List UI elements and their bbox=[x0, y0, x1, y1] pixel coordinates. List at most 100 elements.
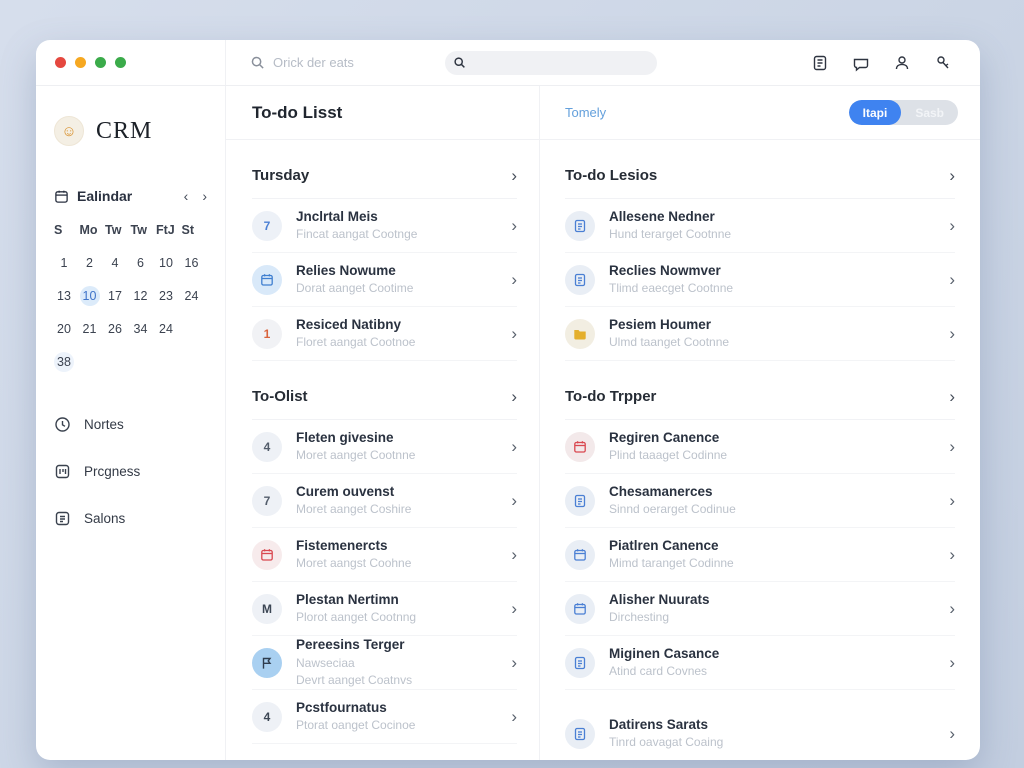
calendar-day-cell[interactable]: 23 bbox=[156, 286, 182, 306]
calendar-day-cell[interactable]: 16 bbox=[182, 253, 208, 273]
list-item[interactable]: ChesamanercesSinnd oerarget Codinue› bbox=[565, 474, 955, 528]
chevron-right-icon[interactable]: › bbox=[949, 654, 955, 671]
item-subtitle: Dorat aanget Cootime bbox=[296, 281, 497, 296]
item-title: Pereesins Terger bbox=[296, 637, 497, 654]
item-subtitle: Moret aanget Coshire bbox=[296, 502, 497, 517]
user-icon[interactable] bbox=[893, 54, 911, 72]
search-input[interactable] bbox=[445, 51, 657, 75]
list-item[interactable]: Miginen CasanceAtind card Covnes› bbox=[565, 636, 955, 690]
item-title: Resiced Natibny bbox=[296, 317, 497, 334]
clipboard-icon[interactable] bbox=[811, 54, 829, 72]
item-subtitle: Plorot aanget Cootnng bbox=[296, 610, 497, 625]
calendar-next-button[interactable]: › bbox=[202, 189, 207, 203]
traffic-light-dot[interactable] bbox=[95, 57, 106, 68]
chevron-right-icon[interactable]: › bbox=[511, 492, 517, 509]
list-item[interactable]: Allesene NednerHund terarget Cootnne› bbox=[565, 199, 955, 253]
calendar-day-cell[interactable]: 26 bbox=[105, 319, 131, 339]
calendar-day-cell[interactable]: 10 bbox=[156, 253, 182, 273]
toggle-active-button[interactable]: Itapi bbox=[849, 100, 902, 125]
item-subtitle: Tlimd eaecget Cootnne bbox=[609, 281, 935, 296]
sidebar-item-salons[interactable]: Salons bbox=[54, 510, 207, 527]
chevron-right-icon[interactable]: › bbox=[949, 325, 955, 342]
list-item[interactable]: Alisher NuuratsDirchesting › bbox=[565, 582, 955, 636]
calendar-day-cell[interactable]: 17 bbox=[105, 286, 131, 306]
calendar-day-cell[interactable]: 1 bbox=[54, 253, 80, 273]
calendar-prev-button[interactable]: ‹ bbox=[184, 189, 189, 203]
section-header[interactable]: Tursday› bbox=[252, 140, 517, 199]
chevron-right-icon[interactable]: › bbox=[949, 271, 955, 288]
chevron-right-icon[interactable]: › bbox=[949, 725, 955, 742]
list-item[interactable]: Pereesins TergerNawseciaaDevrt aanget Co… bbox=[252, 636, 517, 690]
key-icon[interactable] bbox=[934, 54, 952, 72]
badge-icon: M bbox=[252, 594, 282, 624]
list-item[interactable]: 4PcstfournatusPtorat oanget Cocinoe› bbox=[252, 690, 517, 744]
chevron-right-icon[interactable]: › bbox=[511, 654, 517, 671]
item-title: Alisher Nuurats bbox=[609, 592, 935, 609]
section-title: Tursday bbox=[252, 167, 309, 184]
item-title: Pcstfournatus bbox=[296, 700, 497, 717]
calendar-day-cell[interactable]: 24 bbox=[182, 286, 208, 306]
traffic-light-dot[interactable] bbox=[115, 57, 126, 68]
chevron-right-icon[interactable]: › bbox=[949, 600, 955, 617]
chevron-right-icon[interactable]: › bbox=[949, 217, 955, 234]
section-header[interactable]: To-do Trpper› bbox=[565, 361, 955, 420]
calendar-day-cell[interactable]: 38 bbox=[54, 352, 80, 372]
chevron-right-icon[interactable]: › bbox=[511, 271, 517, 288]
chevron-right-icon[interactable]: › bbox=[511, 325, 517, 342]
list-item[interactable]: Datirens SaratsTinrd oavagat Coaing› bbox=[565, 707, 955, 760]
todo-detail-sections: To-do Lesios›Allesene NednerHund terarge… bbox=[540, 140, 980, 760]
calendar-day-cell bbox=[80, 352, 106, 372]
chevron-right-icon[interactable]: › bbox=[949, 438, 955, 455]
calendar-day-cell[interactable]: 13 bbox=[54, 286, 80, 306]
traffic-light-dot[interactable] bbox=[55, 57, 66, 68]
chevron-right-icon[interactable]: › bbox=[949, 546, 955, 563]
list-item[interactable]: 7Curem ouvenstMoret aanget Coshire› bbox=[252, 474, 517, 528]
sidebar-item-nortes[interactable]: Nortes bbox=[54, 416, 207, 433]
chevron-right-icon[interactable]: › bbox=[949, 492, 955, 509]
calendar-day-cell[interactable]: 6 bbox=[131, 253, 157, 273]
quick-search[interactable]: Orick der eats bbox=[250, 40, 354, 85]
timely-link[interactable]: Tomely bbox=[565, 105, 606, 120]
top-bar: Orick der eats bbox=[36, 40, 980, 86]
calendar-day-cell[interactable]: 10 bbox=[80, 286, 106, 306]
chevron-right-icon[interactable]: › bbox=[511, 438, 517, 455]
sidebar-item-prcgness[interactable]: Prcgness bbox=[54, 463, 207, 480]
app-logo[interactable]: ☺ CRM bbox=[54, 116, 207, 146]
toggle-inactive-button[interactable]: Sasb bbox=[901, 100, 958, 125]
calendar-day-cell[interactable]: 34 bbox=[131, 319, 157, 339]
list-item[interactable]: 1Resiced NatibnyFloret aangat Cootnoe› bbox=[252, 307, 517, 361]
calendar-day-cell[interactable]: 2 bbox=[80, 253, 106, 273]
section-header[interactable]: To-do Lesios› bbox=[565, 140, 955, 199]
list-item[interactable]: Relies NowumeDorat aanget Cootime › bbox=[252, 253, 517, 307]
list-item[interactable]: Reclies NowmverTlimd eaecget Cootnne› bbox=[565, 253, 955, 307]
calendar-day-cell[interactable]: 20 bbox=[54, 319, 80, 339]
mini-calendar: SMoTwTwFtJSt1246101613101712232420212634… bbox=[54, 220, 207, 372]
section-header[interactable]: To-Olist› bbox=[252, 361, 517, 420]
note-icon bbox=[54, 510, 71, 527]
calendar-day-cell[interactable]: 12 bbox=[131, 286, 157, 306]
chevron-right-icon[interactable]: › bbox=[511, 546, 517, 563]
item-title: Curem ouvenst bbox=[296, 484, 497, 501]
chat-icon[interactable] bbox=[852, 54, 870, 72]
item-subtitle: Dirchesting bbox=[609, 610, 935, 625]
chevron-right-icon[interactable]: › bbox=[511, 600, 517, 617]
chevron-right-icon[interactable]: › bbox=[511, 217, 517, 234]
list-item[interactable]: Regiren CanencePlind taaaget Codinne› bbox=[565, 420, 955, 474]
list-item[interactable]: Piatlren CanenceMimd taranget Codinne› bbox=[565, 528, 955, 582]
calendar-day-cell[interactable]: 4 bbox=[105, 253, 131, 273]
cal-icon bbox=[565, 432, 595, 462]
list-item[interactable]: Pesiem HoumerUlmd taanget Cootnne› bbox=[565, 307, 955, 361]
list-item[interactable]: FistemenerctsMoret aangst Coohne› bbox=[252, 528, 517, 582]
list-item[interactable]: 4Fleten givesineMoret aanget Cootnne› bbox=[252, 420, 517, 474]
calendar-day-cell[interactable]: 24 bbox=[156, 319, 182, 339]
calendar-day-header: FtJ bbox=[156, 220, 182, 240]
calendar-day-cell[interactable]: 21 bbox=[80, 319, 106, 339]
page-title: To-do Lisst bbox=[252, 103, 342, 123]
section-title: To-do Lesios bbox=[565, 167, 657, 184]
list-item[interactable]: 7Jnclrtal MeisFincat aangat Cootnge› bbox=[252, 199, 517, 253]
traffic-light-dot[interactable] bbox=[75, 57, 86, 68]
chevron-right-icon[interactable]: › bbox=[511, 708, 517, 725]
list-item[interactable]: MPlestan NertimnPlorot aanget Cootnng› bbox=[252, 582, 517, 636]
item-title: Relies Nowume bbox=[296, 263, 497, 280]
chevron-right-icon: › bbox=[511, 388, 517, 405]
